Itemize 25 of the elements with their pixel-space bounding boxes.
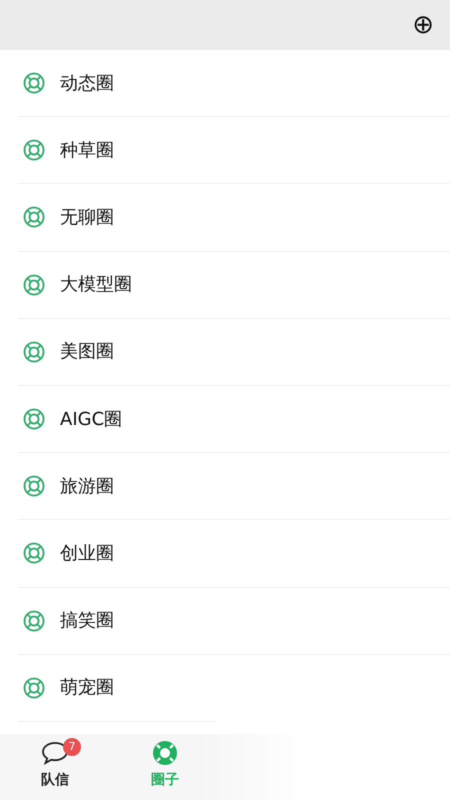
circle-list-item[interactable]: AIGC圈 bbox=[18, 386, 450, 454]
lifebuoy-icon bbox=[23, 72, 45, 94]
lifebuoy-icon bbox=[23, 610, 45, 632]
lifebuoy-icon bbox=[23, 542, 45, 564]
chat-bubble-icon bbox=[41, 740, 69, 766]
circle-list-item[interactable]: 萌宠圈 bbox=[18, 654, 215, 722]
circle-list-item[interactable]: 搞笑圈 bbox=[18, 588, 450, 655]
circle-list-item[interactable]: 旅游圈 bbox=[18, 453, 450, 520]
circle-list-item[interactable]: 大模型圈 bbox=[18, 252, 450, 319]
lifebuoy-icon bbox=[23, 340, 45, 363]
lifebuoy-icon bbox=[23, 206, 45, 228]
circle-list-item[interactable]: 动态圈 bbox=[18, 50, 450, 118]
circle-list-item[interactable]: 美图圈 bbox=[18, 318, 450, 386]
circle-list-item[interactable]: 种草圈 bbox=[18, 117, 450, 184]
lifebuoy-icon bbox=[23, 408, 45, 430]
lifebuoy-icon bbox=[23, 139, 45, 162]
unread-count: 7 bbox=[63, 738, 81, 756]
lifebuoy-icon bbox=[23, 274, 45, 296]
add-button[interactable]: ⊕ bbox=[404, 12, 442, 38]
tab[interactable]: 队信 7 bbox=[0, 734, 110, 800]
lifebuoy-icon bbox=[23, 676, 45, 699]
circle-list-item[interactable]: 无聊圈 bbox=[18, 184, 450, 252]
lifebuoy-icon bbox=[152, 740, 178, 766]
circle-list-item[interactable]: 创业圈 bbox=[18, 520, 450, 588]
lifebuoy-icon bbox=[23, 475, 45, 498]
